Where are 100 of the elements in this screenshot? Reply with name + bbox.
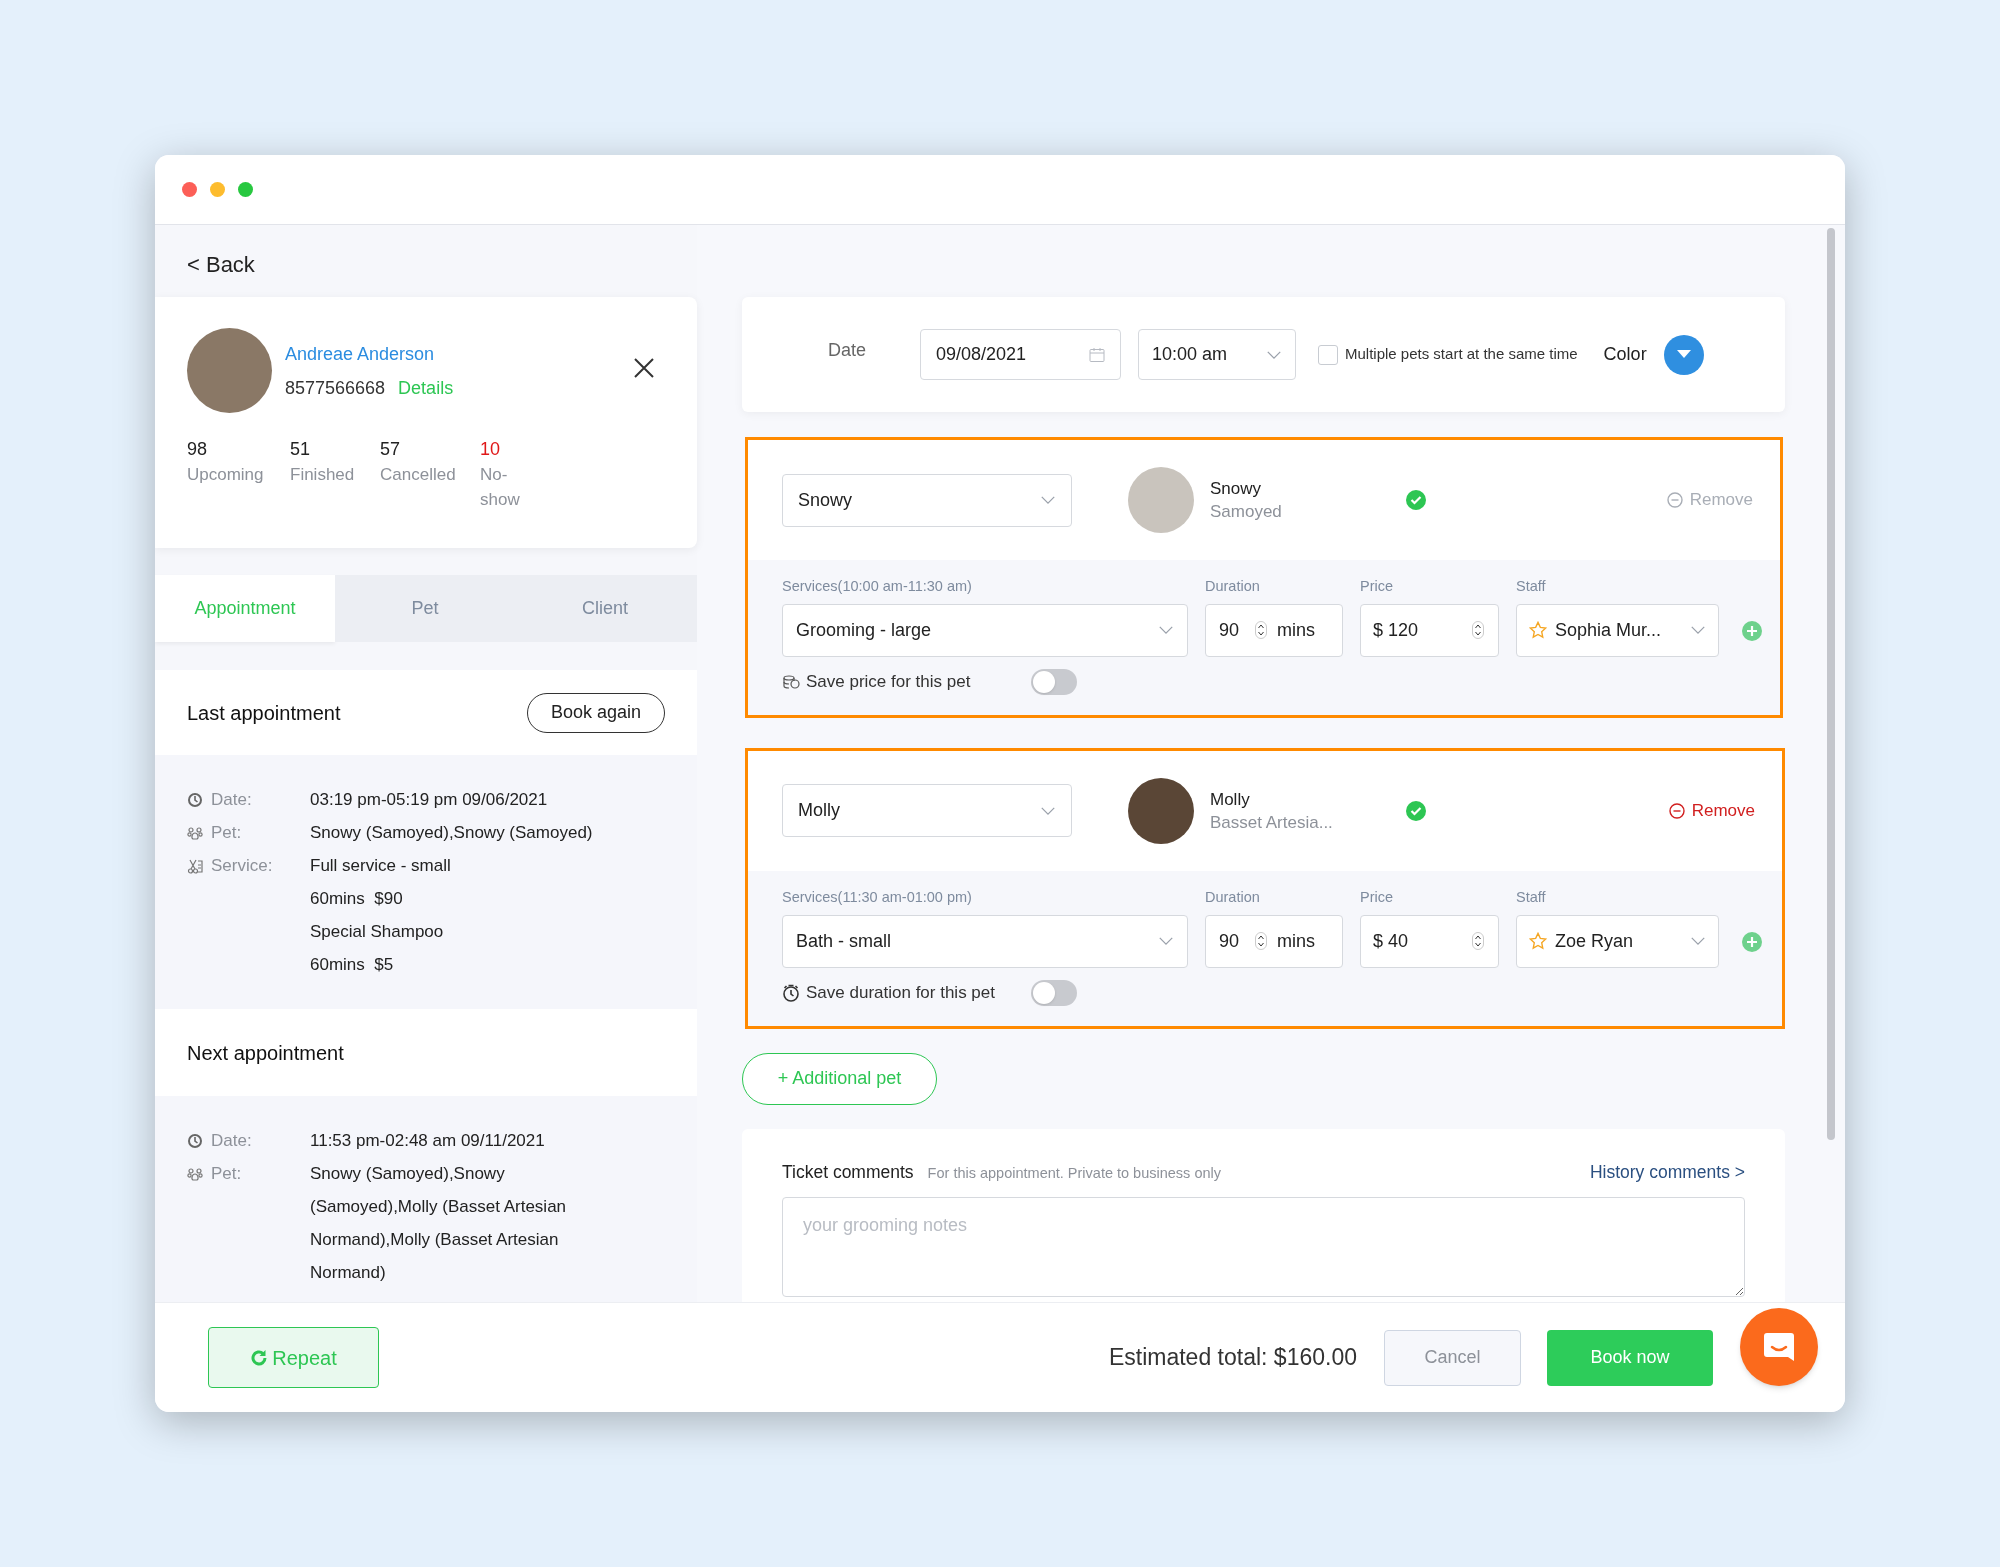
color-picker[interactable] bbox=[1663, 334, 1704, 375]
detail-label: Service: bbox=[211, 854, 273, 877]
clock-icon bbox=[187, 791, 203, 808]
comments-title: Ticket comments bbox=[782, 1160, 914, 1184]
detail-value: 03:19 pm-05:19 pm 09/06/2021 bbox=[310, 789, 549, 811]
stat-label: Finished bbox=[290, 464, 355, 486]
minimize-window-button[interactable] bbox=[210, 182, 225, 197]
calendar-icon bbox=[1089, 346, 1105, 363]
price-field[interactable]: $ 40 bbox=[1360, 914, 1499, 968]
price-field[interactable]: $ 120 bbox=[1360, 603, 1499, 657]
field-label: Price bbox=[1360, 887, 1395, 907]
stat-value: 10 bbox=[480, 438, 502, 461]
stat-value: 51 bbox=[290, 438, 312, 461]
client-name-link[interactable]: Andreae Anderson bbox=[285, 342, 633, 365]
spinner-icon bbox=[1255, 932, 1268, 950]
stat-value: 57 bbox=[380, 438, 402, 461]
star-icon bbox=[1529, 621, 1547, 640]
chevron-down-icon bbox=[1690, 625, 1706, 636]
service-select[interactable]: Bath - small bbox=[782, 914, 1188, 968]
estimated-total: Estimated total: $160.00 bbox=[1108, 1343, 1357, 1373]
toggle-switch[interactable] bbox=[1031, 668, 1077, 695]
minus-circle-icon bbox=[1666, 492, 1683, 508]
scissors-icon bbox=[187, 857, 203, 874]
detail-label: Pet: bbox=[211, 1162, 242, 1185]
pet-select[interactable]: Snowy bbox=[782, 473, 1072, 527]
color-label: Color bbox=[1603, 343, 1647, 366]
plus-circle-icon bbox=[1742, 931, 1762, 952]
field-label: Services(11:30 am-01:00 pm) bbox=[782, 887, 973, 907]
close-icon bbox=[633, 356, 655, 379]
star-icon bbox=[1529, 932, 1547, 950]
add-service-button[interactable] bbox=[1742, 620, 1762, 641]
field-label: Staff bbox=[1516, 887, 1547, 907]
minus-circle-icon bbox=[1668, 802, 1685, 819]
spinner-icon bbox=[1472, 621, 1484, 640]
time-select[interactable]: 10:00 am bbox=[1138, 329, 1296, 380]
comments-hint: For this appointment. Private to business only bbox=[927, 1163, 1221, 1183]
save-toggle-label: Save price for this pet bbox=[806, 671, 972, 693]
duration-field[interactable]: 90 mins bbox=[1205, 603, 1343, 657]
detail-value: 60mins $5 bbox=[310, 954, 395, 976]
pet-breed: Basset Artesia... bbox=[1210, 811, 1334, 834]
phone-number: 8577566668 bbox=[285, 376, 386, 399]
chevron-down-icon bbox=[1158, 625, 1174, 636]
stopwatch-icon bbox=[782, 983, 800, 1002]
field-label: Duration bbox=[1205, 577, 1261, 596]
field-label: Duration bbox=[1205, 887, 1261, 907]
scrollbar[interactable] bbox=[1827, 228, 1835, 1140]
coins-icon bbox=[782, 672, 800, 691]
chevron-down-icon bbox=[1690, 936, 1706, 946]
service-select[interactable]: Grooming - large bbox=[782, 603, 1188, 657]
pet-name: Snowy bbox=[1210, 478, 1263, 500]
field-label: Staff bbox=[1516, 577, 1547, 596]
stat-value: 98 bbox=[187, 438, 209, 461]
add-service-button[interactable] bbox=[1742, 931, 1762, 952]
detail-value: Special Shampoo bbox=[310, 921, 445, 943]
stat-label: No-show bbox=[480, 464, 521, 511]
pet-breed: Samoyed bbox=[1210, 501, 1283, 523]
history-comments-link[interactable]: History comments > bbox=[1589, 1158, 1745, 1185]
checkbox[interactable] bbox=[1318, 344, 1338, 365]
zoom-window-button[interactable] bbox=[238, 182, 253, 197]
clock-icon bbox=[187, 1132, 203, 1149]
detail-label: Date: bbox=[211, 1129, 252, 1152]
checkbox-label: Multiple pets start at the same time bbox=[1345, 344, 1578, 365]
book-again-button[interactable]: Book again bbox=[527, 692, 665, 733]
detail-value: Full service - small bbox=[310, 855, 452, 877]
staff-select[interactable]: Sophia Mur... bbox=[1516, 603, 1719, 657]
date-label: Date bbox=[828, 339, 868, 362]
remove-button[interactable]: Remove bbox=[1668, 798, 1755, 824]
save-toggle-label: Save duration for this pet bbox=[806, 981, 996, 1004]
stat-label: Cancelled bbox=[380, 464, 456, 486]
refresh-icon bbox=[250, 1348, 269, 1367]
detail-value: Snowy (Samoyed),Snowy (Samoyed),Molly (Basset Artesian Normand),Molly (Basset Artesian Normand) bbox=[310, 1163, 568, 1284]
field-label: Price bbox=[1360, 577, 1395, 596]
pet-name: Molly bbox=[1210, 788, 1251, 811]
caret-down-icon bbox=[1676, 350, 1691, 359]
field-label: Services(10:00 am-11:30 am) bbox=[782, 577, 973, 596]
close-window-button[interactable] bbox=[182, 182, 197, 197]
date-field[interactable]: 09/08/2021 bbox=[920, 329, 1121, 380]
staff-select[interactable]: Zoe Ryan bbox=[1516, 914, 1719, 968]
detail-value: Snowy (Samoyed),Snowy (Samoyed) bbox=[310, 822, 594, 844]
detail-value: 60mins $90 bbox=[310, 888, 404, 910]
notes-field[interactable]: your grooming notes bbox=[782, 1196, 1745, 1297]
spinner-icon bbox=[1255, 621, 1268, 640]
chevron-down-icon bbox=[1158, 936, 1174, 946]
chevron-down-icon bbox=[1266, 349, 1282, 360]
chevron-down-icon bbox=[1040, 495, 1056, 505]
detail-label: Pet: bbox=[211, 821, 242, 844]
spinner-icon bbox=[1472, 932, 1484, 950]
paw-icon bbox=[187, 1165, 203, 1182]
section-title: Last appointment bbox=[187, 700, 341, 726]
detail-label: Date: bbox=[211, 788, 252, 811]
back-link[interactable]: < Back bbox=[187, 252, 255, 277]
paw-icon bbox=[187, 824, 203, 841]
chevron-down-icon bbox=[1040, 805, 1056, 816]
stat-label: Upcoming bbox=[187, 464, 264, 486]
plus-circle-icon bbox=[1742, 620, 1762, 641]
section-title: Next appointment bbox=[187, 1040, 344, 1066]
pet-select[interactable]: Molly bbox=[782, 784, 1072, 838]
toggle-switch[interactable] bbox=[1031, 979, 1077, 1006]
duration-field[interactable]: 90 mins bbox=[1205, 914, 1343, 968]
detail-value: 11:53 pm-02:48 am 09/11/2021 bbox=[310, 1130, 546, 1152]
